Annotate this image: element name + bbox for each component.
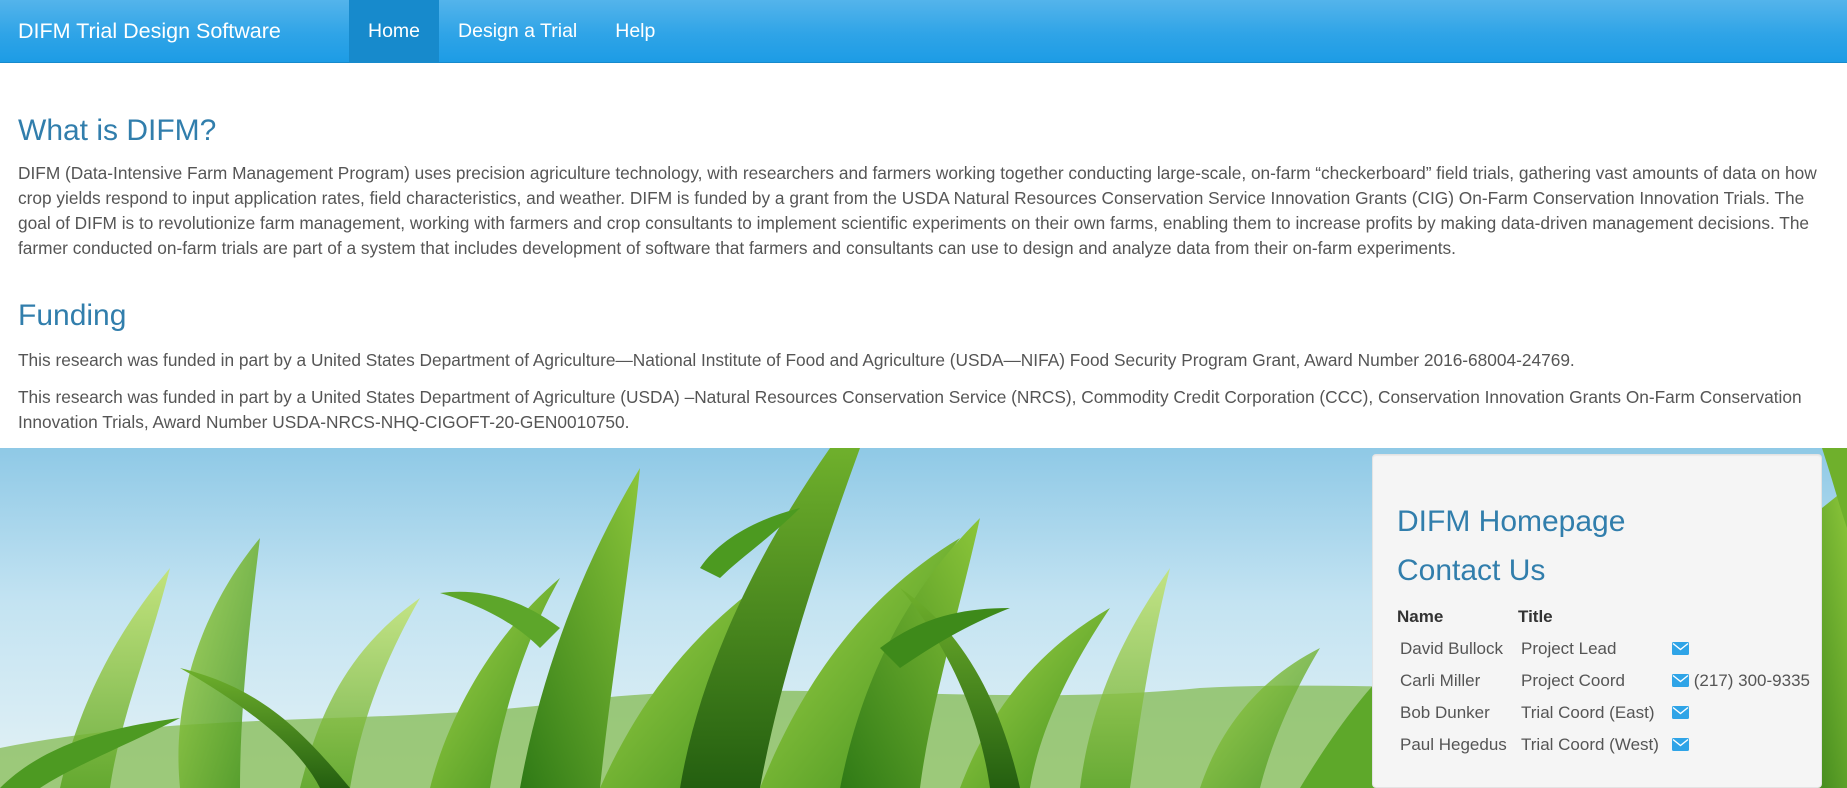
difm-homepage-link[interactable]: DIFM Homepage <box>1397 505 1625 539</box>
contact-title: Trial Coord (East) <box>1521 703 1655 722</box>
contact-links: (217) 300-9335 <box>1669 665 1813 697</box>
table-row: Carli Miller Project Coord (217) 300-933… <box>1397 665 1813 697</box>
about-paragraph: DIFM (Data-Intensive Farm Management Pro… <box>18 163 1817 258</box>
funding-heading: Funding <box>18 299 127 332</box>
contact-name: Paul Hegedus <box>1400 735 1507 754</box>
contact-links <box>1669 697 1813 729</box>
contact-links <box>1669 729 1813 761</box>
nav-item-help[interactable]: Help <box>596 0 674 62</box>
column-header-name: Name <box>1397 607 1444 626</box>
contact-name: David Bullock <box>1400 639 1503 658</box>
contact-title: Trial Coord (West) <box>1521 735 1659 754</box>
envelope-icon[interactable] <box>1672 706 1689 719</box>
envelope-icon[interactable] <box>1672 738 1689 751</box>
column-header-title: Title <box>1518 607 1553 626</box>
table-row: David Bullock Project Lead <box>1397 633 1813 665</box>
contact-links <box>1669 633 1813 665</box>
envelope-icon[interactable] <box>1672 674 1689 687</box>
funding-paragraph-nifa: This research was funded in part by a Un… <box>18 350 1575 370</box>
nav-item-design-a-trial[interactable]: Design a Trial <box>439 0 596 62</box>
contact-name: Carli Miller <box>1400 671 1481 690</box>
contact-phone: (217) 300-9335 <box>1693 671 1810 690</box>
table-row: Bob Dunker Trial Coord (East) <box>1397 697 1813 729</box>
table-row: Paul Hegedus Trial Coord (West) <box>1397 729 1813 761</box>
contact-title: Project Coord <box>1521 671 1625 690</box>
nav-item-home[interactable]: Home <box>349 0 440 62</box>
contacts-header-row: Name Title <box>1397 601 1813 633</box>
column-header-contact <box>1669 601 1813 633</box>
contact-name: Bob Dunker <box>1400 703 1490 722</box>
nav-menu: Home Design a Trial Help <box>349 0 674 62</box>
contacts-table: Name Title David Bullock Project Lead Ca… <box>1397 601 1813 761</box>
contact-panel: DIFM Homepage Contact Us Name Title Davi… <box>1372 454 1822 788</box>
envelope-icon[interactable] <box>1672 642 1689 655</box>
top-navbar: DIFM Trial Design Software Home Design a… <box>0 0 1847 63</box>
about-heading: What is DIFM? <box>18 114 217 147</box>
contact-title: Project Lead <box>1521 639 1617 658</box>
funding-paragraph-nrcs: This research was funded in part by a Un… <box>18 387 1802 432</box>
navbar-brand[interactable]: DIFM Trial Design Software <box>18 0 281 62</box>
contact-us-link[interactable]: Contact Us <box>1397 554 1545 588</box>
